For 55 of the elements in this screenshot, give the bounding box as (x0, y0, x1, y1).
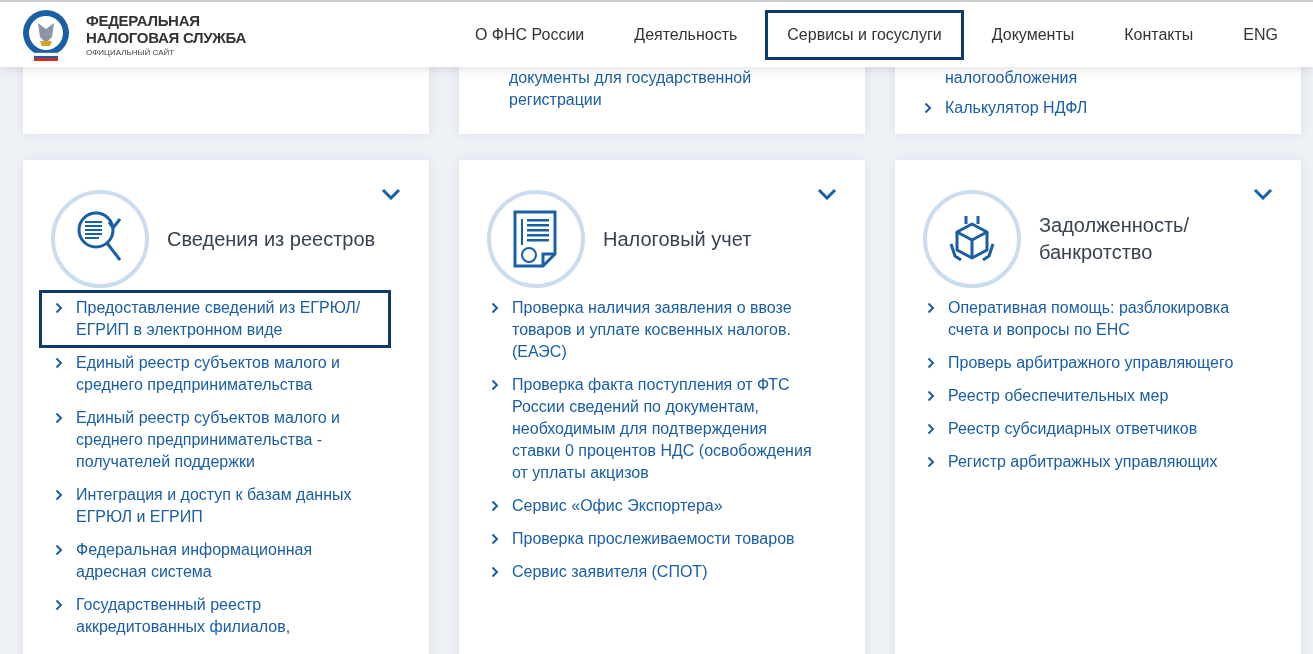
logo-title: НАЛОГОВАЯ СЛУЖБА (86, 29, 246, 46)
emblem-icon (20, 8, 72, 61)
chevron-right-icon (491, 566, 499, 578)
chevron-right-icon (927, 456, 935, 468)
chevron-right-icon (55, 544, 63, 556)
service-link[interactable]: регистрации (509, 89, 845, 111)
chevron-right-icon (55, 357, 63, 369)
service-link[interactable]: документы для государственной (509, 67, 845, 89)
chevron-right-icon (924, 102, 932, 114)
chevron-right-icon (491, 533, 499, 545)
document-seal-icon (513, 210, 559, 268)
chevron-down-icon[interactable] (381, 188, 401, 200)
service-link[interactable]: Предоставление сведений из ЕГРЮЛ/ ЕГРИП в электронном виде (39, 290, 391, 348)
service-link[interactable]: Проверка факта поступления от ФТС России сведений по документам, необходимым для подтверждения ставки 0 процентов НДС (освобождения от уплаты акцизов (475, 367, 827, 491)
service-link[interactable]: Проверка наличия заявления о ввозе товаров и уплате косвенных налогов. (ЕАЭС) (475, 290, 827, 370)
service-link[interactable]: Интеграция и доступ к базам данных ЕГРЮЛ и ЕГРИП (39, 477, 391, 535)
section-title: Сведения из реестров (167, 226, 376, 252)
section-title: Задолженность/ банкротство (1039, 213, 1191, 265)
service-link[interactable]: Сервис заявителя (СПОТ) (475, 554, 827, 590)
chevron-right-icon (927, 357, 935, 369)
service-link[interactable]: Регистр арбитражных управляющих (911, 444, 1263, 480)
nav-link[interactable]: Документы (969, 9, 1097, 60)
chevron-right-icon (55, 302, 63, 314)
nav-link[interactable]: Контакты (1102, 9, 1216, 60)
nav-link[interactable]: О ФНС России (452, 9, 607, 60)
service-link[interactable]: Федеральная информационная адресная система (39, 532, 391, 590)
chevron-right-icon (491, 500, 499, 512)
chevron-right-icon (927, 390, 935, 402)
service-link[interactable]: Проверка прослеживаемости товаров (475, 521, 827, 557)
hands-box-icon (947, 214, 997, 264)
nav-link[interactable]: Сервисы и госуслуги (765, 9, 964, 60)
service-link[interactable]: Сервис «Офис Экспортера» (475, 488, 827, 524)
logo-title: ФЕДЕРАЛЬНАЯ (86, 12, 201, 29)
service-link[interactable]: Оперативная помощь: разблокировка счета и вопросы по ЕНС (911, 290, 1263, 348)
service-link[interactable]: Единый реестр субъектов малого и среднего предпринимательства - получателей поддержки (39, 400, 391, 480)
section-title: Налоговый учет (603, 226, 752, 252)
service-link[interactable]: Калькулятор НДФЛ (945, 97, 1088, 119)
nav-link[interactable]: ENG (1221, 9, 1300, 60)
service-link[interactable]: Реестр субсидиарных ответчиков (911, 411, 1263, 447)
service-link[interactable]: Государственный реестр аккредитованных филиалов, (39, 587, 391, 645)
chevron-right-icon (55, 489, 63, 501)
chevron-right-icon (491, 302, 499, 314)
service-link[interactable]: Реестр обеспечительных мер (911, 378, 1263, 414)
nav-link[interactable]: Деятельность (612, 9, 760, 60)
service-link[interactable]: налогообложения (945, 67, 1281, 89)
service-link[interactable]: Единый реестр субъектов малого и среднего предпринимательства (39, 345, 391, 403)
service-link[interactable]: Проверь арбитражного управляющего (911, 345, 1263, 381)
chevron-down-icon[interactable] (1253, 188, 1273, 200)
chevron-right-icon (927, 302, 935, 314)
chevron-right-icon (55, 412, 63, 424)
chevron-right-icon (491, 379, 499, 391)
chevron-down-icon[interactable] (817, 188, 837, 200)
logo-subtitle: ОФИЦИАЛЬНЫЙ САЙТ (86, 48, 176, 57)
chevron-right-icon (55, 599, 63, 611)
chevron-right-icon (927, 423, 935, 435)
